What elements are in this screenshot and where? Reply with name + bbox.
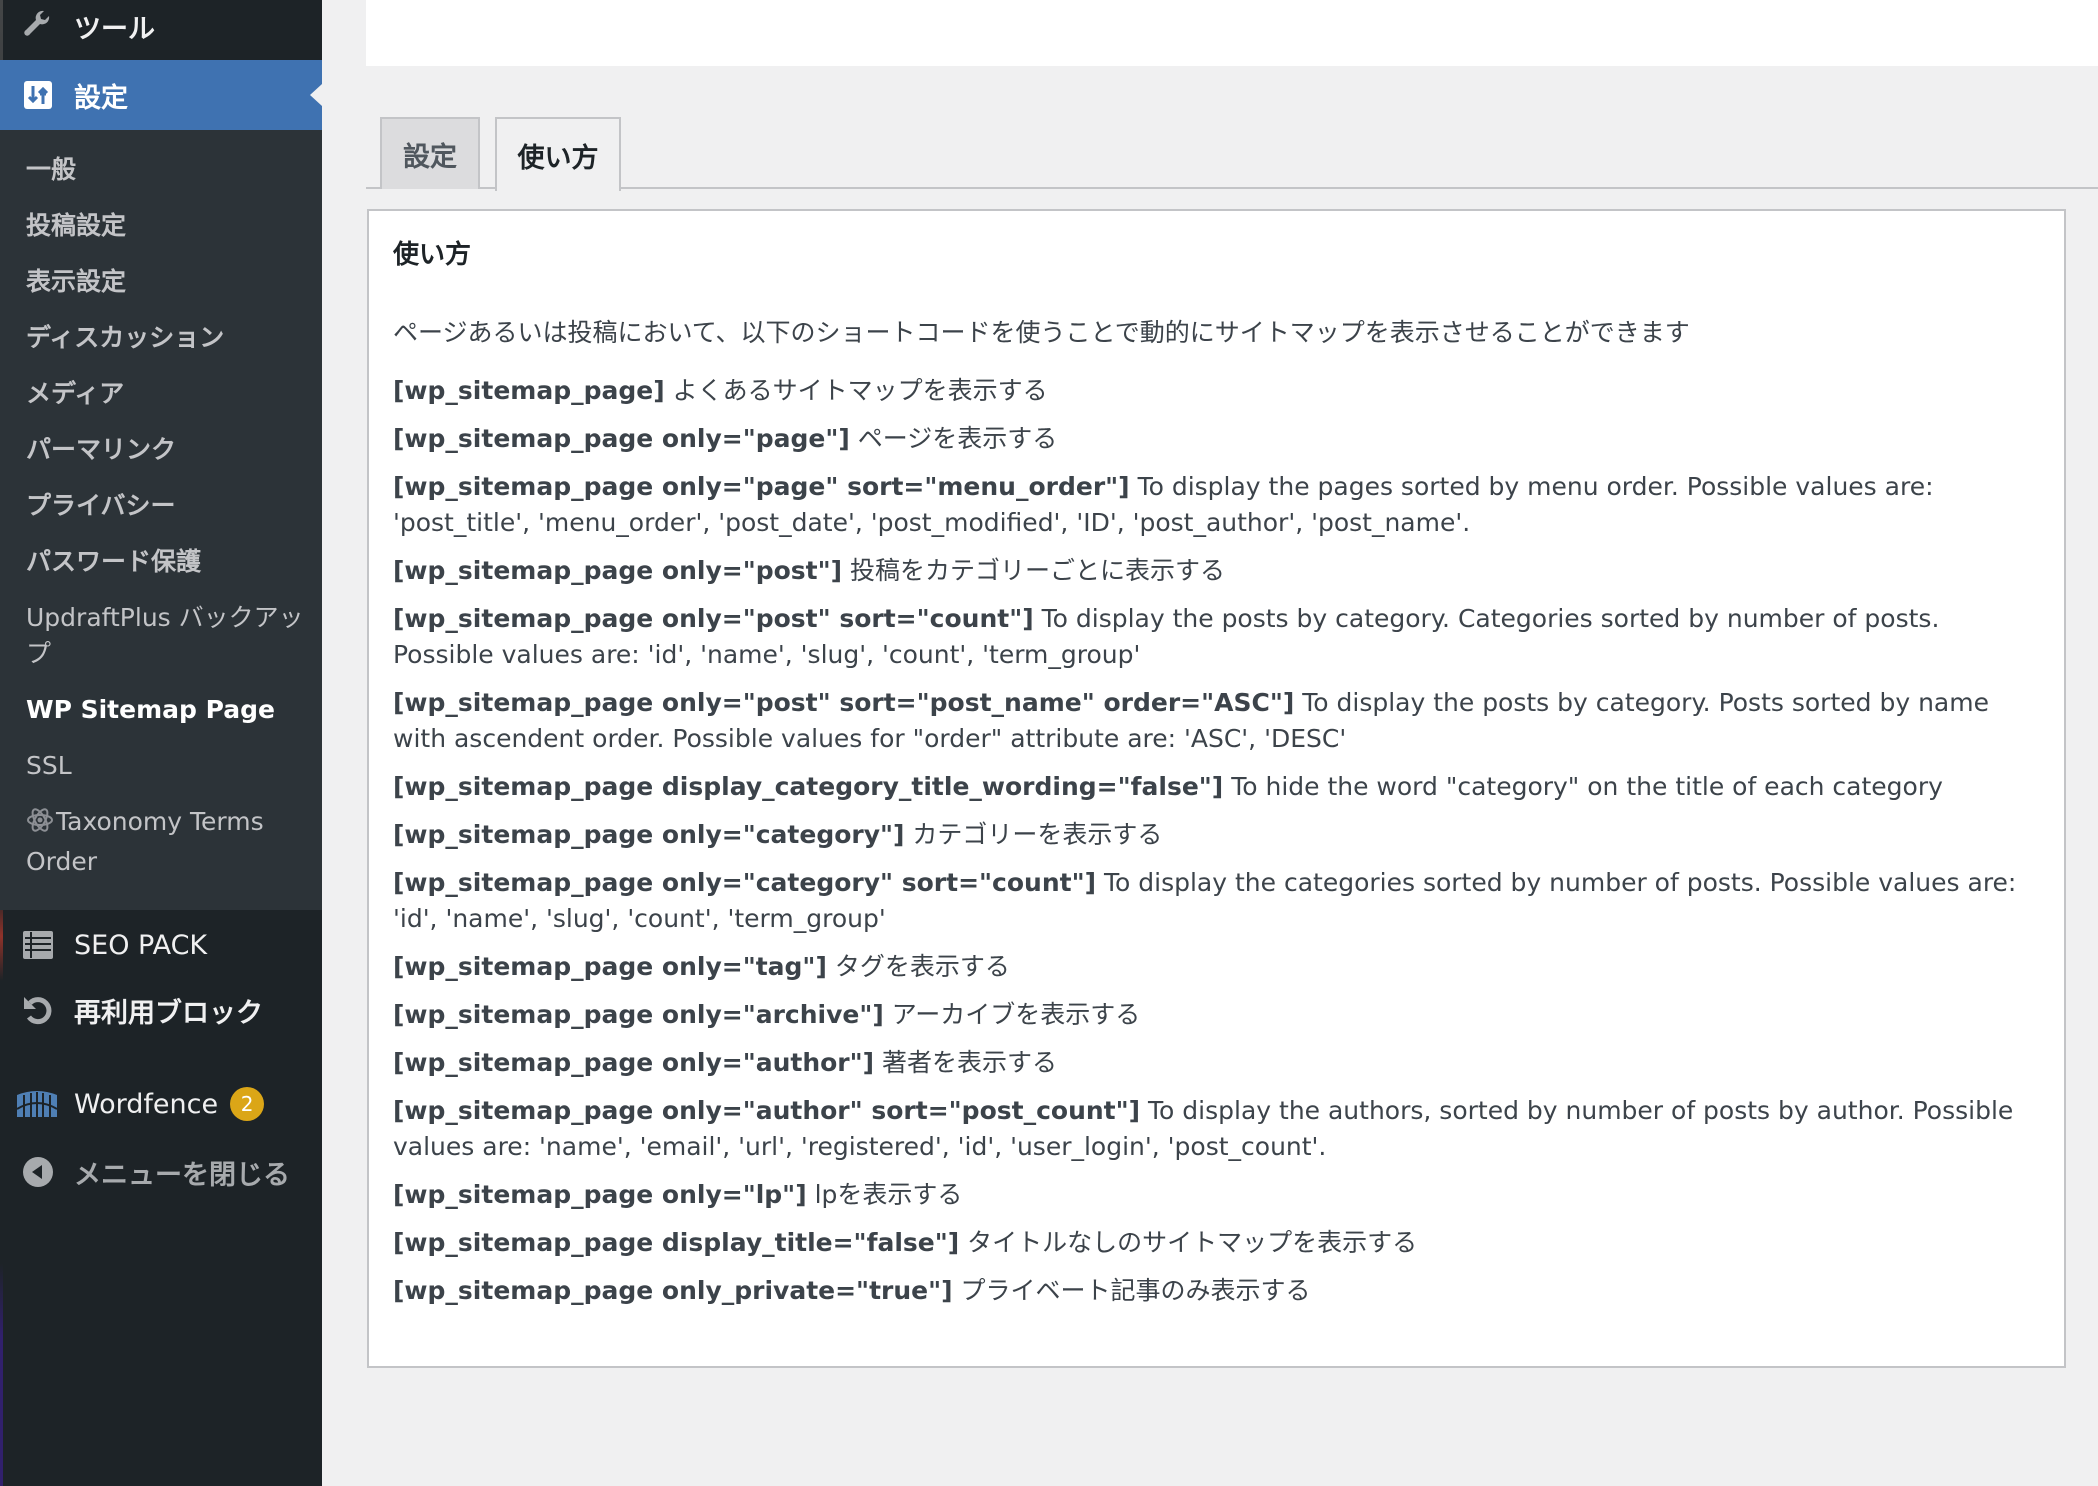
shortcode-description: 投稿をカテゴリーごとに表示する bbox=[850, 556, 1226, 585]
shortcode-row: [wp_sitemap_page only="category" sort="c… bbox=[393, 865, 2040, 937]
shortcode: [wp_sitemap_page only="tag"] bbox=[393, 952, 827, 981]
submenu-item-privacy[interactable]: プライバシー bbox=[26, 488, 306, 524]
shortcode-row: [wp_sitemap_page only="lp"] lpを表示する bbox=[393, 1177, 2040, 1213]
shortcode: [wp_sitemap_page] bbox=[393, 376, 665, 405]
collapse-menu-button[interactable]: メニューを閉じる bbox=[0, 1146, 322, 1198]
settings-submenu: 一般 投稿設定 表示設定 ディスカッション メディア パーマリンク プライバシー… bbox=[0, 130, 322, 910]
submenu-item-media[interactable]: メディア bbox=[26, 376, 306, 412]
submenu-item-updraftplus[interactable]: UpdraftPlus バックアップ bbox=[26, 600, 306, 672]
shortcode: [wp_sitemap_page only="post" sort="count… bbox=[393, 604, 1034, 633]
shortcode: [wp_sitemap_page only="archive"] bbox=[393, 1000, 884, 1029]
shortcode-row: [wp_sitemap_page only="tag"] タグを表示する bbox=[393, 949, 2040, 985]
submenu-item-taxonomy-terms-order[interactable]: Taxonomy Terms Order bbox=[26, 804, 306, 880]
shortcode-list: [wp_sitemap_page] よくあるサイトマップを表示する [wp_sit… bbox=[393, 373, 2040, 1309]
shortcode-description: タイトルなしのサイトマップを表示する bbox=[967, 1228, 1418, 1257]
menu-item-label: Wordfence 2 bbox=[74, 1087, 265, 1121]
shortcode-row: [wp_sitemap_page display_title="false"] … bbox=[393, 1225, 2040, 1261]
shortcode-description: タグを表示する bbox=[834, 952, 1010, 981]
list-icon bbox=[20, 927, 56, 963]
menu-item-seo-pack[interactable]: SEO PACK bbox=[0, 915, 322, 975]
shortcode-description: プライベート記事のみ表示する bbox=[960, 1276, 1311, 1305]
menu-item-tools[interactable]: ツール bbox=[0, 0, 322, 52]
shortcode: [wp_sitemap_page only="category" sort="c… bbox=[393, 868, 1097, 897]
shortcode: [wp_sitemap_page only="page"] bbox=[393, 424, 850, 453]
notification-badge: 2 bbox=[230, 1087, 265, 1121]
submenu-item-label: Taxonomy Terms Order bbox=[26, 807, 264, 876]
intro-text: ページあるいは投稿において、以下のショートコードを使うことで動的にサイトマップを… bbox=[393, 318, 1690, 347]
shortcode-row: [wp_sitemap_page only="author" sort="pos… bbox=[393, 1093, 2040, 1165]
shortcode: [wp_sitemap_page only="author" sort="pos… bbox=[393, 1096, 1141, 1125]
menu-item-label: メニューを閉じる bbox=[74, 1159, 290, 1191]
tab-usage[interactable]: 使い方 bbox=[495, 117, 621, 191]
submenu-item-wp-sitemap-page[interactable]: WP Sitemap Page bbox=[26, 692, 306, 728]
page-header-box bbox=[366, 0, 2098, 66]
undo-icon bbox=[20, 992, 56, 1028]
shortcode-description: 著者を表示する bbox=[882, 1048, 1058, 1077]
shortcode-row: [wp_sitemap_page only="archive"] アーカイブを表… bbox=[393, 997, 2040, 1033]
wordfence-label: Wordfence bbox=[74, 1089, 219, 1120]
shortcode-description: アーカイブを表示する bbox=[891, 1000, 1141, 1029]
shortcode-description: カテゴリーを表示する bbox=[912, 820, 1163, 849]
shortcode-row: [wp_sitemap_page only="page"] ページを表示する bbox=[393, 421, 2040, 457]
shortcode: [wp_sitemap_page only="post"] bbox=[393, 556, 843, 585]
menu-item-reusable-blocks[interactable]: 再利用ブロック bbox=[0, 980, 322, 1040]
settings-icon bbox=[20, 77, 56, 113]
shortcode-description: ページを表示する bbox=[857, 424, 1058, 453]
shortcode-description: lpを表示する bbox=[814, 1180, 963, 1209]
shortcode: [wp_sitemap_page only="author"] bbox=[393, 1048, 875, 1077]
shortcode: [wp_sitemap_page only="category"] bbox=[393, 820, 905, 849]
menu-item-label: SEO PACK bbox=[74, 929, 208, 961]
usage-panel: 使い方 ページあるいは投稿において、以下のショートコードを使うことで動的にサイト… bbox=[367, 209, 2066, 1368]
menu-item-label: 再利用ブロック bbox=[74, 997, 263, 1029]
menu-item-label: 設定 bbox=[74, 82, 128, 114]
menu-item-settings[interactable]: 設定 bbox=[0, 60, 322, 130]
shortcode: [wp_sitemap_page display_title="false"] bbox=[393, 1228, 960, 1257]
menu-item-label: ツール bbox=[74, 13, 155, 45]
admin-sidebar: ツール 設定 一般 投稿設定 表示設定 ディスカッション メディア パーマリンク… bbox=[0, 0, 322, 1486]
submenu-item-discussion[interactable]: ディスカッション bbox=[26, 320, 306, 356]
shortcode-row: [wp_sitemap_page only="page" sort="menu_… bbox=[393, 469, 2040, 541]
submenu-item-permalinks[interactable]: パーマリンク bbox=[26, 432, 306, 468]
collapse-arrow-icon bbox=[20, 1154, 56, 1190]
shortcode-row: [wp_sitemap_page only="post" sort="post_… bbox=[393, 685, 2040, 757]
shortcode: [wp_sitemap_page only_private="true"] bbox=[393, 1276, 953, 1305]
shortcode: [wp_sitemap_page only="page" sort="menu_… bbox=[393, 472, 1130, 501]
shortcode-row: [wp_sitemap_page only_private="true"] プラ… bbox=[393, 1273, 2040, 1309]
submenu-item-reading[interactable]: 表示設定 bbox=[26, 264, 306, 300]
shortcode-row: [wp_sitemap_page display_category_title_… bbox=[393, 769, 2040, 805]
submenu-item-writing[interactable]: 投稿設定 bbox=[26, 208, 306, 244]
current-menu-arrow bbox=[310, 84, 322, 106]
shortcode: [wp_sitemap_page only="lp"] bbox=[393, 1180, 807, 1209]
submenu-item-password-protect[interactable]: パスワード保護 bbox=[26, 544, 306, 580]
nav-tab-wrapper: 設定 使い方 bbox=[366, 117, 2098, 191]
shortcode-row: [wp_sitemap_page] よくあるサイトマップを表示する bbox=[393, 373, 2040, 409]
shortcode-row: [wp_sitemap_page only="post"] 投稿をカテゴリーごと… bbox=[393, 553, 2040, 589]
wordfence-icon bbox=[16, 1086, 58, 1122]
shortcode-row: [wp_sitemap_page only="post" sort="count… bbox=[393, 601, 2040, 673]
shortcode-row: [wp_sitemap_page only="category"] カテゴリーを… bbox=[393, 817, 2040, 853]
shortcode-description: よくあるサイトマップを表示する bbox=[672, 376, 1048, 405]
shortcode-row: [wp_sitemap_page only="author"] 著者を表示する bbox=[393, 1045, 2040, 1081]
shortcode: [wp_sitemap_page display_category_title_… bbox=[393, 772, 1224, 801]
tab-settings[interactable]: 設定 bbox=[380, 117, 480, 189]
menu-item-wordfence[interactable]: Wordfence 2 bbox=[0, 1076, 322, 1132]
panel-title: 使い方 bbox=[393, 240, 472, 270]
submenu-item-general[interactable]: 一般 bbox=[26, 152, 306, 188]
wrench-icon bbox=[20, 8, 56, 44]
atom-icon bbox=[26, 806, 56, 844]
shortcode: [wp_sitemap_page only="post" sort="post_… bbox=[393, 688, 1295, 717]
submenu-item-ssl[interactable]: SSL bbox=[26, 748, 306, 784]
shortcode-description: To hide the word "category" on the title… bbox=[1231, 772, 1943, 801]
